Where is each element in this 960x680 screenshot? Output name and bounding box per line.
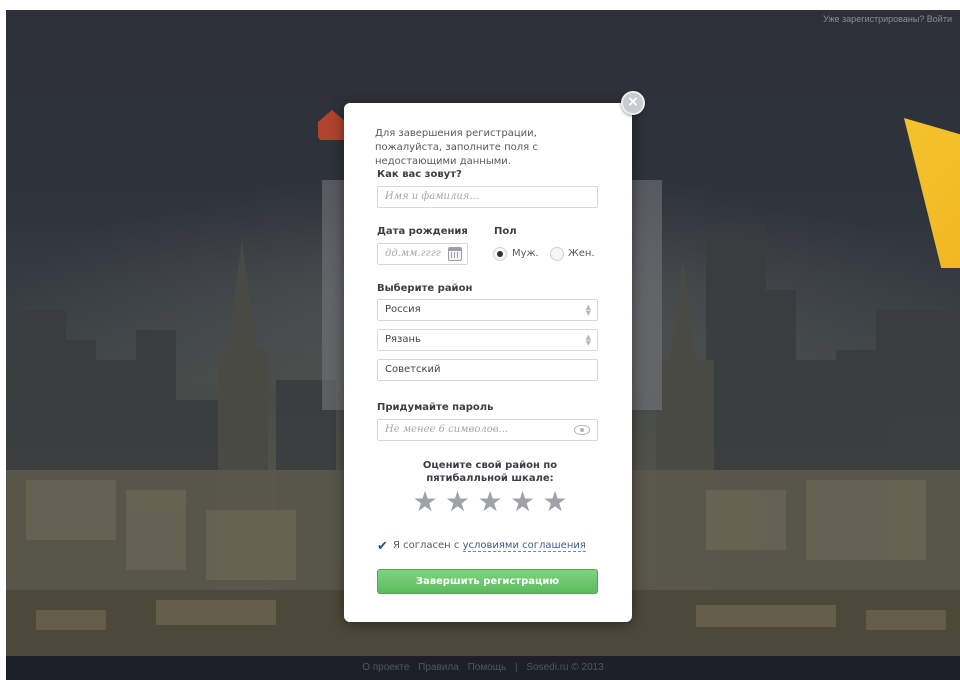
- agreement-link[interactable]: условиями соглашения: [462, 540, 586, 552]
- city-value: Рязань: [385, 334, 421, 345]
- star-icon[interactable]: ★: [477, 488, 503, 516]
- star-icon[interactable]: ★: [445, 488, 471, 516]
- name-label: Как вас зовут?: [377, 169, 462, 180]
- login-link[interactable]: Уже зарегистрированы? Войти: [823, 14, 952, 24]
- rating-title: Оцените свой район по пятибалльной шкале…: [422, 460, 558, 484]
- gender-label: Пол: [494, 226, 517, 237]
- calendar-icon[interactable]: [448, 247, 462, 261]
- password-placeholder: Не менее 6 символов...: [385, 424, 509, 435]
- agreement-prefix: Я согласен с: [393, 540, 460, 551]
- footer-link-help[interactable]: Помощь: [468, 662, 507, 673]
- close-icon: ×: [627, 94, 639, 110]
- city-select[interactable]: Рязань ▲ ▼: [377, 329, 598, 351]
- gender-radio-male[interactable]: [493, 247, 507, 261]
- name-placeholder: Имя и фамилия...: [385, 191, 479, 202]
- submit-button[interactable]: Завершить регистрацию: [377, 569, 598, 594]
- footer-copyright: Sosedi.ru © 2013: [526, 662, 604, 673]
- select-arrows-icon: ▲ ▼: [585, 333, 591, 347]
- country-select[interactable]: Россия ▲ ▼: [377, 299, 598, 321]
- close-button[interactable]: ×: [621, 91, 645, 115]
- star-icon[interactable]: ★: [510, 488, 536, 516]
- gender-label-female: Жен.: [568, 248, 595, 259]
- footer-link-rules[interactable]: Правила: [418, 662, 459, 673]
- rating-stars: ★ ★ ★ ★ ★: [412, 488, 568, 519]
- select-arrows-icon: ▲ ▼: [585, 303, 591, 317]
- birthdate-input[interactable]: дд.мм.гггг: [377, 243, 468, 265]
- password-input[interactable]: Не менее 6 символов...: [377, 419, 598, 441]
- eye-icon[interactable]: [574, 425, 590, 435]
- star-icon[interactable]: ★: [412, 488, 438, 516]
- gender-radio-female[interactable]: [550, 247, 564, 261]
- agreement-checkbox-icon[interactable]: ✔: [377, 540, 390, 553]
- birthdate-placeholder: дд.мм.гггг: [385, 248, 441, 259]
- district-label: Выберите район: [377, 283, 473, 294]
- star-icon[interactable]: ★: [542, 488, 568, 516]
- name-input[interactable]: Имя и фамилия...: [377, 186, 598, 208]
- birthdate-label: Дата рождения: [377, 226, 468, 237]
- district-value: Советский: [385, 364, 441, 375]
- footer: О проекте Правила Помощь | Sosedi.ru © 2…: [6, 656, 960, 680]
- intro-text: Для завершения регистрации, пожалуйста, …: [375, 128, 538, 167]
- footer-link-about[interactable]: О проекте: [362, 662, 409, 673]
- country-value: Россия: [385, 304, 421, 315]
- password-label: Придумайте пароль: [377, 402, 494, 413]
- district-input[interactable]: Советский: [377, 359, 598, 381]
- agreement-text: Я согласен с условиями соглашения: [393, 540, 586, 552]
- gender-label-male: Муж.: [512, 248, 539, 259]
- footer-separator: |: [514, 662, 518, 673]
